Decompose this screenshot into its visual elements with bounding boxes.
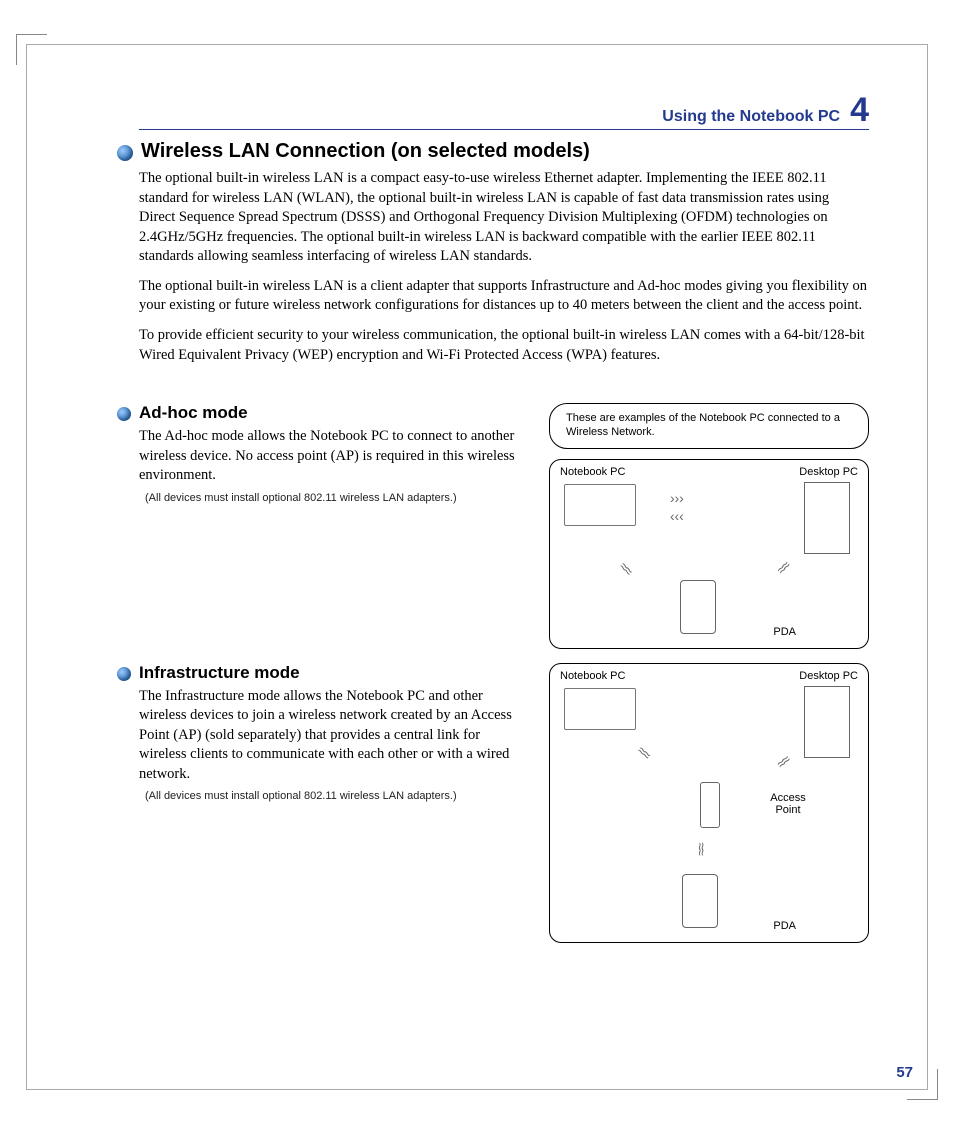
device-laptop-icon (564, 688, 636, 730)
label-notebook: Notebook PC (560, 670, 625, 682)
infra-text-col: Infrastructure mode The Infrastructure m… (117, 663, 525, 805)
device-pda-icon (682, 874, 718, 928)
paragraph-intro-2: The optional built-in wireless LAN is a … (139, 277, 869, 316)
label-access-point: Access Point (766, 792, 810, 816)
wireless-waves-icon: ≈≈ (773, 558, 792, 577)
adhoc-figure-col: These are examples of the Notebook PC co… (549, 403, 869, 663)
wireless-waves-icon: ≈≈ (634, 742, 653, 762)
infra-title-text: Infrastructure mode (139, 663, 300, 683)
device-access-point-icon (700, 782, 720, 828)
diagram-infrastructure: Notebook PC Desktop PC Access Point PDA … (549, 663, 869, 943)
figure-callout: These are examples of the Notebook PC co… (549, 403, 869, 449)
infra-figure-col: Notebook PC Desktop PC Access Point PDA … (549, 663, 869, 957)
wireless-waves-icon: › › › (670, 490, 682, 506)
adhoc-title-text: Ad-hoc mode (139, 403, 248, 423)
device-laptop-icon (564, 484, 636, 526)
label-pda: PDA (773, 920, 796, 932)
section-title-text: Wireless LAN Connection (on selected mod… (141, 140, 590, 163)
chapter-number: 4 (850, 93, 869, 127)
adhoc-note: (All devices must install optional 802.1… (145, 492, 525, 506)
adhoc-title: Ad-hoc mode (117, 403, 525, 423)
chapter-header: Using the Notebook PC 4 (139, 93, 869, 130)
chapter-title: Using the Notebook PC (662, 108, 840, 126)
row-infrastructure: Infrastructure mode The Infrastructure m… (139, 663, 869, 957)
wireless-waves-icon: ≈≈ (616, 558, 635, 577)
globe-icon (117, 145, 133, 161)
label-notebook: Notebook PC (560, 466, 625, 478)
page-sheet: Using the Notebook PC 4 Wireless LAN Con… (26, 44, 928, 1090)
page-number: 57 (896, 1064, 913, 1081)
infra-note: (All devices must install optional 802.1… (145, 790, 525, 804)
label-desktop: Desktop PC (799, 466, 858, 478)
device-desktop-icon (804, 482, 850, 554)
row-adhoc: Ad-hoc mode The Ad-hoc mode allows the N… (139, 403, 869, 663)
page-root: Using the Notebook PC 4 Wireless LAN Con… (0, 0, 954, 1136)
globe-icon (117, 407, 131, 421)
infra-body: The Infrastructure mode allows the Noteb… (139, 687, 525, 785)
label-pda: PDA (773, 626, 796, 638)
section-title: Wireless LAN Connection (on selected mod… (117, 140, 869, 163)
device-pda-icon (680, 580, 716, 634)
section-wireless-lan: Wireless LAN Connection (on selected mod… (117, 140, 869, 365)
paragraph-intro-3: To provide efficient security to your wi… (139, 326, 869, 365)
adhoc-text-col: Ad-hoc mode The Ad-hoc mode allows the N… (117, 403, 525, 505)
paragraph-intro-1: The optional built-in wireless LAN is a … (139, 169, 869, 267)
figure-callout-text: These are examples of the Notebook PC co… (566, 412, 840, 438)
wireless-waves-icon: ≈≈ (773, 752, 792, 772)
wireless-waves-icon: ‹ ‹ ‹ (670, 508, 682, 524)
adhoc-body: The Ad-hoc mode allows the Notebook PC t… (139, 427, 525, 486)
infra-title: Infrastructure mode (117, 663, 525, 683)
diagram-adhoc: Notebook PC Desktop PC PDA › › › ‹ ‹ ‹ ≈… (549, 459, 869, 649)
wireless-waves-icon: ≈≈ (694, 842, 710, 853)
label-desktop: Desktop PC (799, 670, 858, 682)
globe-icon (117, 667, 131, 681)
device-desktop-icon (804, 686, 850, 758)
